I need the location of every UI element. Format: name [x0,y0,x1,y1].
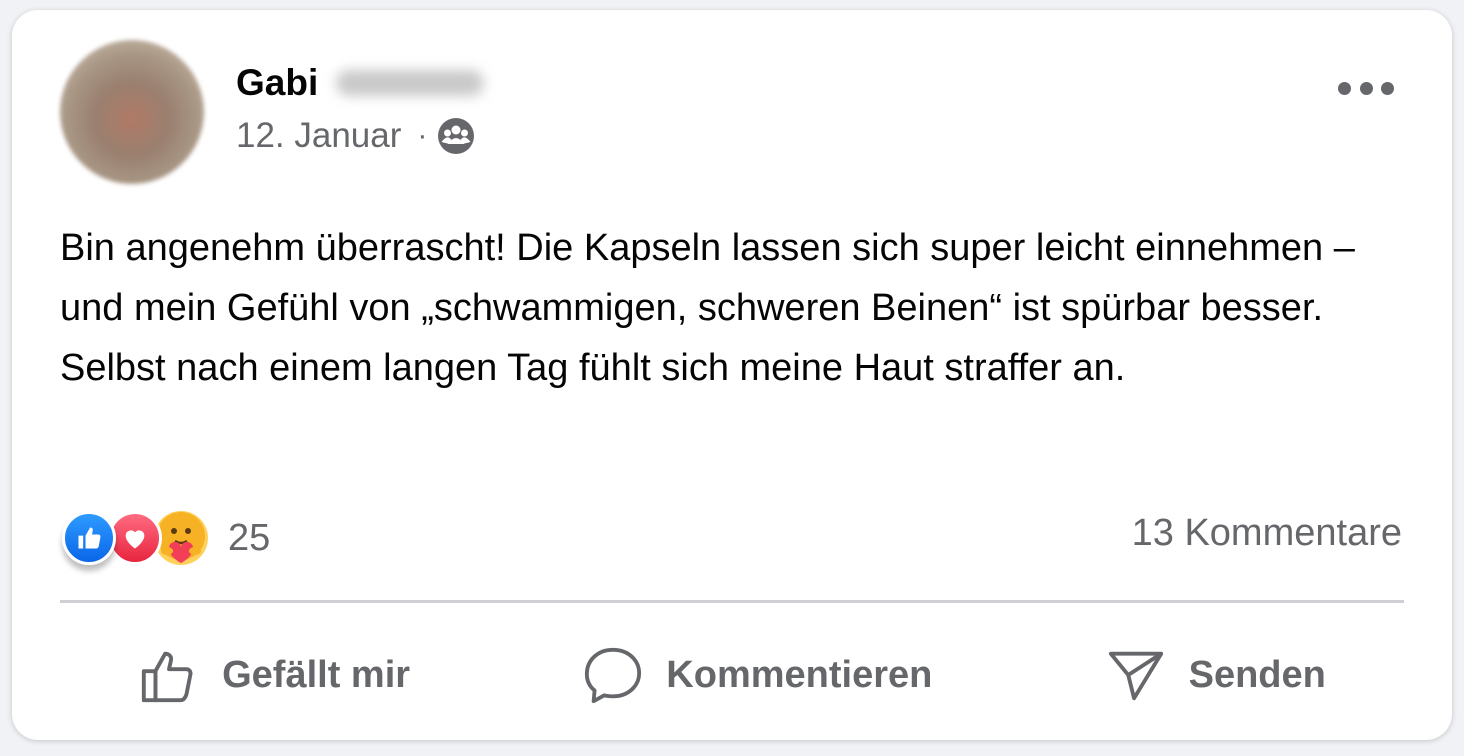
author-row: Gabi [236,62,485,104]
send-button-label: Senden [1188,653,1326,696]
meta-separator: · [417,119,428,152]
post-meta: 12. Januar · [236,116,475,156]
avatar[interactable] [60,40,204,184]
dot [1381,81,1394,95]
send-icon [1108,651,1163,701]
reactions-summary[interactable]: 25 [62,508,270,568]
like-reaction-icon [62,511,116,565]
dot [1338,81,1351,95]
divider [60,600,1404,603]
post-body: Bin angenehm überrascht! Die Kapseln las… [60,227,1355,389]
thumbs-up-icon [141,651,193,703]
comment-button-label: Kommentieren [666,653,933,696]
reaction-count: 25 [228,516,271,559]
post-date[interactable]: 12. Januar [236,116,401,156]
post-card: Gabi 12. Januar · Bin angenehm überrasch… [12,10,1452,740]
dot [1359,81,1373,95]
like-button-label: Gefällt mir [222,653,411,696]
care-reaction-icon [154,511,208,565]
comment-button[interactable]: Kommentieren [582,644,932,706]
more-options-icon[interactable] [1338,68,1394,108]
love-reaction-icon [108,511,162,565]
action-bar: Gefällt mir Kommentieren Senden [12,630,1452,720]
send-button[interactable]: Senden [1105,644,1326,706]
author-name[interactable]: Gabi [236,62,318,104]
author-surname-blurred [336,70,485,96]
comment-bubble-icon [585,647,642,704]
friends-icon[interactable] [437,117,475,155]
like-button[interactable]: Gefällt mir [138,644,410,706]
comments-count-link[interactable]: 13 Kommentare [1132,512,1402,555]
